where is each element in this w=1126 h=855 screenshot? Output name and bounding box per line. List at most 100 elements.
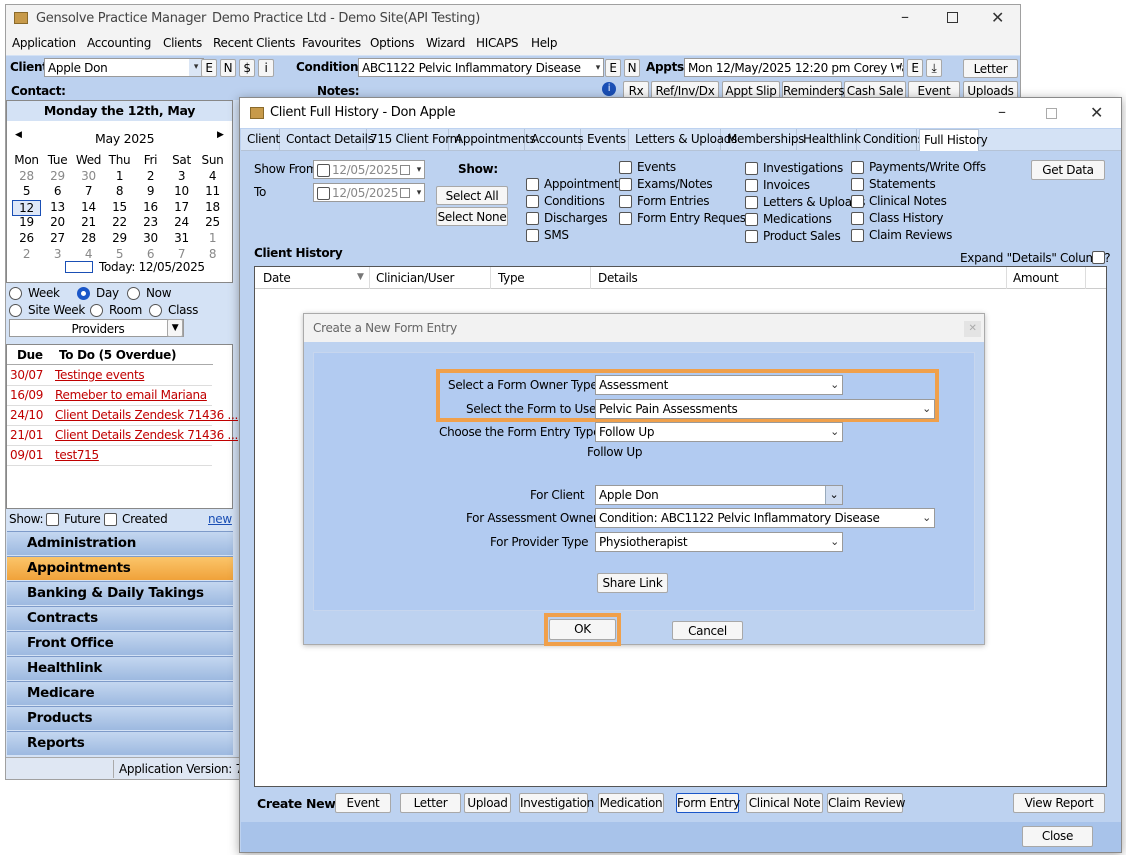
calendar-day[interactable]: 28 <box>11 169 42 183</box>
calendar-day[interactable]: 1 <box>197 231 228 245</box>
create-letter-button[interactable]: Letter <box>400 793 461 813</box>
expand-details-checkbox[interactable] <box>1092 251 1105 264</box>
show-from-date[interactable]: 12/05/2025 ▾ <box>313 160 425 179</box>
appointments-checkbox[interactable] <box>526 178 539 191</box>
week-radio[interactable] <box>9 287 22 300</box>
calendar-day[interactable]: 1 <box>104 169 135 183</box>
create-claim-review-button[interactable]: Claim Review <box>827 793 905 813</box>
tab-full-history[interactable]: Full History <box>919 129 988 151</box>
nav-medicare[interactable]: Medicare <box>7 681 233 705</box>
tab-client[interactable]: Client <box>243 129 280 151</box>
medications-checkbox[interactable] <box>745 213 758 226</box>
exams-notes-checkbox[interactable] <box>619 178 632 191</box>
created-checkbox[interactable] <box>104 513 117 526</box>
calendar-day[interactable]: 25 <box>197 215 228 229</box>
close-icon[interactable]: ✕ <box>1090 103 1103 122</box>
events-checkbox[interactable] <box>619 161 632 174</box>
class-history-checkbox[interactable] <box>851 212 864 225</box>
todo-text[interactable]: Remeber to email Mariana <box>55 388 207 402</box>
now-radio[interactable] <box>127 287 140 300</box>
nav-reports[interactable]: Reports <box>7 731 233 755</box>
create-event-button[interactable]: Event <box>335 793 391 813</box>
calendar-day[interactable]: 22 <box>104 215 135 229</box>
calendar-day[interactable]: 5 <box>104 247 135 261</box>
calendar-day[interactable]: 10 <box>166 184 197 198</box>
conditions-e-button[interactable]: E <box>605 59 621 77</box>
maximize-icon[interactable] <box>947 12 958 23</box>
calendar-day[interactable]: 3 <box>166 169 197 183</box>
conditions-n-button[interactable]: N <box>624 59 640 77</box>
nav-front-office[interactable]: Front Office <box>7 631 233 655</box>
calendar-day[interactable]: 6 <box>135 247 166 261</box>
nav-contracts[interactable]: Contracts <box>7 606 233 630</box>
conditions-checkbox[interactable] <box>526 195 539 208</box>
col-type[interactable]: Type <box>498 271 525 285</box>
client-e-button[interactable]: E <box>201 59 217 77</box>
calendar-day[interactable]: 5 <box>11 184 42 198</box>
payments-write-offs-checkbox[interactable] <box>851 161 864 174</box>
menu-recent-clients[interactable]: Recent Clients <box>213 36 295 50</box>
tab-715-client-form[interactable]: 715 Client Form <box>366 129 461 151</box>
calendar-day[interactable]: 29 <box>104 231 135 245</box>
menu-accounting[interactable]: Accounting <box>87 36 151 50</box>
invoices-checkbox[interactable] <box>745 179 758 192</box>
sms-checkbox[interactable] <box>526 229 539 242</box>
letters-uploads-checkbox[interactable] <box>745 196 758 209</box>
todo-text[interactable]: Testinge events <box>55 368 145 382</box>
calendar-day[interactable]: 24 <box>166 215 197 229</box>
investigations-checkbox[interactable] <box>745 162 758 175</box>
col-date[interactable]: Date <box>263 271 291 285</box>
close-button[interactable]: Close <box>1022 826 1093 847</box>
calendar-day[interactable]: 7 <box>166 247 197 261</box>
tab-appointments[interactable]: Appointments <box>451 129 536 151</box>
download-icon[interactable]: ⤓ <box>926 59 942 77</box>
calendar-day[interactable]: 7 <box>73 184 104 198</box>
appts-select[interactable]: Mon 12/May/2025 12:20 pm Corey Waldo ▾ <box>684 58 904 77</box>
close-icon[interactable]: ✕ <box>964 321 981 337</box>
calendar-day[interactable]: 19 <box>11 215 42 229</box>
nav-appointments[interactable]: Appointments <box>7 556 233 580</box>
owner-type-select[interactable]: Assessment ⌄ <box>595 375 843 395</box>
cancel-button[interactable]: Cancel <box>672 621 743 640</box>
calendar-day[interactable]: 6 <box>42 184 73 198</box>
calendar-day[interactable]: 20 <box>42 215 73 229</box>
day-radio[interactable] <box>77 287 90 300</box>
select-all-button[interactable]: Select All <box>436 186 508 205</box>
to-date[interactable]: 12/05/2025 ▾ <box>313 183 425 202</box>
today-box[interactable] <box>65 261 93 273</box>
next-month-icon[interactable]: ▶ <box>217 130 224 140</box>
calendar-day[interactable]: 28 <box>73 231 104 245</box>
calendar-day[interactable]: 2 <box>11 247 42 261</box>
sort-down-icon[interactable]: ▼ <box>357 272 364 282</box>
client-n-button[interactable]: N <box>220 59 236 77</box>
class-radio[interactable] <box>149 304 162 317</box>
calendar-day[interactable]: 16 <box>135 200 166 214</box>
today-label[interactable]: Today: 12/05/2025 <box>99 260 205 274</box>
client-field-select[interactable]: Apple Don ⌄ <box>595 485 843 505</box>
create-form-entry-button[interactable]: Form Entry <box>676 793 740 813</box>
calendar-day[interactable]: 30 <box>135 231 166 245</box>
menu-wizard[interactable]: Wizard <box>426 36 465 50</box>
tab-events[interactable]: Events <box>583 129 629 151</box>
share-link-button[interactable]: Share Link <box>597 573 668 593</box>
calendar-day[interactable]: 4 <box>73 247 104 261</box>
todo-text[interactable]: test715 <box>55 448 99 462</box>
client-select[interactable]: Apple Don ▾ <box>44 58 204 77</box>
providers-select[interactable]: Providers <box>9 319 184 337</box>
calendar-day[interactable]: 11 <box>197 184 228 198</box>
menu-favourites[interactable]: Favourites <box>302 36 361 50</box>
tab-contact-details[interactable]: Contact Details <box>282 129 374 151</box>
conditions-select[interactable]: ABC1122 Pelvic Inflammatory Disease ▾ <box>358 58 604 77</box>
tab-accounts[interactable]: Accounts <box>527 129 584 151</box>
menu-help[interactable]: Help <box>531 36 557 50</box>
letter-button[interactable]: Letter <box>963 59 1018 78</box>
room-radio[interactable] <box>90 304 103 317</box>
appts-e-button[interactable]: E <box>907 59 923 77</box>
chevron-down-icon[interactable]: ▼ <box>167 319 183 337</box>
calendar-day[interactable]: 12 <box>12 199 41 216</box>
close-icon[interactable]: ✕ <box>991 8 1004 27</box>
todo-text[interactable]: Client Details Zendesk 71436 ... <box>55 408 238 422</box>
calendar-day[interactable]: 21 <box>73 215 104 229</box>
create-investigation-button[interactable]: Investigation <box>519 793 594 813</box>
info-icon[interactable]: i <box>602 82 616 96</box>
